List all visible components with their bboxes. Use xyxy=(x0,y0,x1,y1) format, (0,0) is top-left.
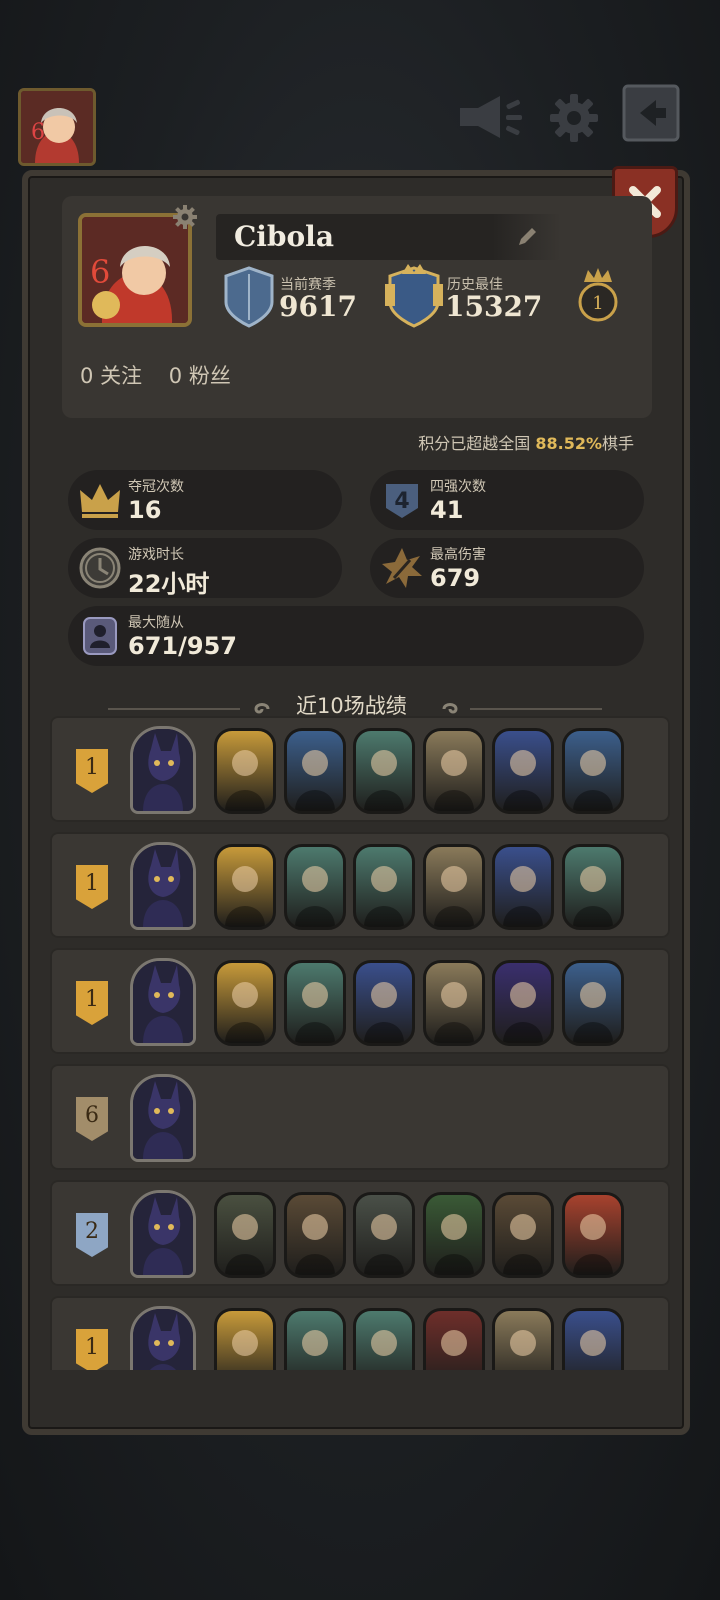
followers-label[interactable]: 粉丝 xyxy=(189,364,231,388)
minion-portrait-icon[interactable] xyxy=(422,728,485,814)
playtime-label: 游戏时长 xyxy=(128,547,184,563)
crown-icon xyxy=(80,484,120,518)
follow-stats: 0 关注 0 粉丝 xyxy=(80,360,231,390)
top4-stat: 4 四强次数 41 xyxy=(370,470,644,530)
match-row[interactable]: 2 xyxy=(50,1180,670,1286)
followers-count[interactable]: 0 xyxy=(169,364,182,388)
top4-shield-icon: 4 xyxy=(386,484,418,518)
playtime-stat: 游戏时长 22小时 xyxy=(68,538,342,598)
minion-portrait-icon[interactable] xyxy=(492,844,554,930)
minion-portrait-icon[interactable] xyxy=(561,960,624,1046)
top4-value: 41 xyxy=(430,496,464,524)
current-season-value: 9617 xyxy=(279,290,357,323)
max-damage-label: 最高伤害 xyxy=(430,547,486,563)
back-arrow-icon[interactable] xyxy=(622,84,680,146)
percentile-text: 积分已超越全国 88.52%棋手 xyxy=(418,430,634,454)
minion-portrait-icon[interactable] xyxy=(492,1308,554,1370)
placement-badge: 6 xyxy=(76,1097,108,1141)
svg-text:4: 4 xyxy=(394,489,409,514)
crown-rank-badge[interactable]: 1 xyxy=(576,266,620,328)
tabby-cat-hero-icon[interactable] xyxy=(130,1074,196,1162)
percentile-value: 88.52% xyxy=(535,434,602,453)
svg-text:1: 1 xyxy=(592,293,603,314)
top4-label: 四强次数 xyxy=(430,479,486,495)
minion-portrait-icon[interactable] xyxy=(561,1308,624,1370)
svg-text:6: 6 xyxy=(31,120,45,145)
max-damage-stat: 最高伤害 679 xyxy=(370,538,644,598)
minion-portrait-icon[interactable] xyxy=(283,728,346,814)
minion-portrait-icon[interactable] xyxy=(492,1192,554,1278)
avatar-portrait-icon: 6 xyxy=(21,91,93,163)
player-name: Cibola xyxy=(234,220,334,253)
minion-portrait-icon[interactable] xyxy=(353,1308,415,1370)
minion-portrait-icon[interactable] xyxy=(353,960,415,1046)
svg-text:6: 6 xyxy=(90,253,110,291)
edit-name-pencil-icon[interactable] xyxy=(516,226,538,252)
placement-badge: 1 xyxy=(76,981,108,1025)
clock-icon xyxy=(79,547,121,589)
follower-portrait-icon xyxy=(83,617,117,655)
best-season-shield-icon xyxy=(384,262,444,334)
minion-portrait-icon[interactable] xyxy=(283,1192,346,1278)
minion-portrait-icon[interactable] xyxy=(283,960,346,1046)
match-row[interactable]: 1 xyxy=(50,716,670,822)
minion-portrait-icon[interactable] xyxy=(353,1192,415,1278)
match-list[interactable]: 1 1 1 6 2 1 xyxy=(28,710,684,1370)
champions-value: 16 xyxy=(128,496,162,524)
avatar-settings-gear-icon[interactable] xyxy=(172,204,198,234)
minion-portrait-icon[interactable] xyxy=(353,728,415,814)
minion-portrait-icon[interactable] xyxy=(422,1308,485,1370)
minion-portrait-icon[interactable] xyxy=(561,1192,624,1278)
max-followers-stat: 最大随从 671/957 xyxy=(68,606,644,666)
minion-portrait-icon[interactable] xyxy=(214,728,276,814)
minion-portrait-icon[interactable] xyxy=(492,960,554,1046)
match-row[interactable]: 1 xyxy=(50,832,670,938)
moon-warrior-hero-icon[interactable] xyxy=(130,1190,196,1278)
minion-portrait-icon[interactable] xyxy=(353,844,415,930)
max-damage-value: 679 xyxy=(430,564,481,592)
placement-badge: 2 xyxy=(76,1213,108,1257)
minion-portrait-icon[interactable] xyxy=(214,1308,276,1370)
following-count[interactable]: 0 xyxy=(80,364,93,388)
minion-portrait-icon[interactable] xyxy=(422,844,485,930)
best-score-value: 15327 xyxy=(445,290,543,323)
megaphone-icon[interactable] xyxy=(456,92,524,146)
percentile-prefix: 积分已超越全国 xyxy=(418,434,531,453)
minion-portrait-icon[interactable] xyxy=(422,1192,485,1278)
champions-label: 夺冠次数 xyxy=(128,479,184,495)
minion-portrait-icon[interactable] xyxy=(561,844,624,930)
playtime-value: 22小时 xyxy=(128,570,210,598)
match-row[interactable]: 6 xyxy=(50,1064,670,1170)
percentile-suffix: 棋手 xyxy=(601,434,634,453)
damage-burst-icon xyxy=(382,548,422,588)
current-season-shield-icon xyxy=(222,264,276,334)
top-avatar[interactable]: 6 xyxy=(18,88,96,166)
minion-portrait-icon[interactable] xyxy=(422,960,485,1046)
gear-icon[interactable] xyxy=(548,92,600,148)
max-followers-label: 最大随从 xyxy=(128,615,184,631)
dark-wolf-hero-icon[interactable] xyxy=(130,726,196,814)
champions-stat: 夺冠次数 16 xyxy=(68,470,342,530)
minion-portrait-icon[interactable] xyxy=(561,728,624,814)
match-row[interactable]: 1 xyxy=(50,1296,670,1370)
placement-badge: 1 xyxy=(76,865,108,909)
dark-wolf-hero-icon[interactable] xyxy=(130,842,196,930)
placement-badge: 1 xyxy=(76,749,108,793)
placement-badge: 1 xyxy=(76,1329,108,1370)
match-row[interactable]: 1 xyxy=(50,948,670,1054)
minion-portrait-icon[interactable] xyxy=(214,844,276,930)
minion-portrait-icon[interactable] xyxy=(214,960,276,1046)
minion-portrait-icon[interactable] xyxy=(492,728,554,814)
minion-portrait-icon[interactable] xyxy=(214,1192,276,1278)
max-followers-value: 671/957 xyxy=(128,632,237,660)
black-cat-hero-icon[interactable] xyxy=(130,958,196,1046)
minion-portrait-icon[interactable] xyxy=(283,1308,346,1370)
minion-portrait-icon[interactable] xyxy=(283,844,346,930)
following-label[interactable]: 关注 xyxy=(100,364,142,388)
dark-wolf-hero-icon[interactable] xyxy=(130,1306,196,1370)
